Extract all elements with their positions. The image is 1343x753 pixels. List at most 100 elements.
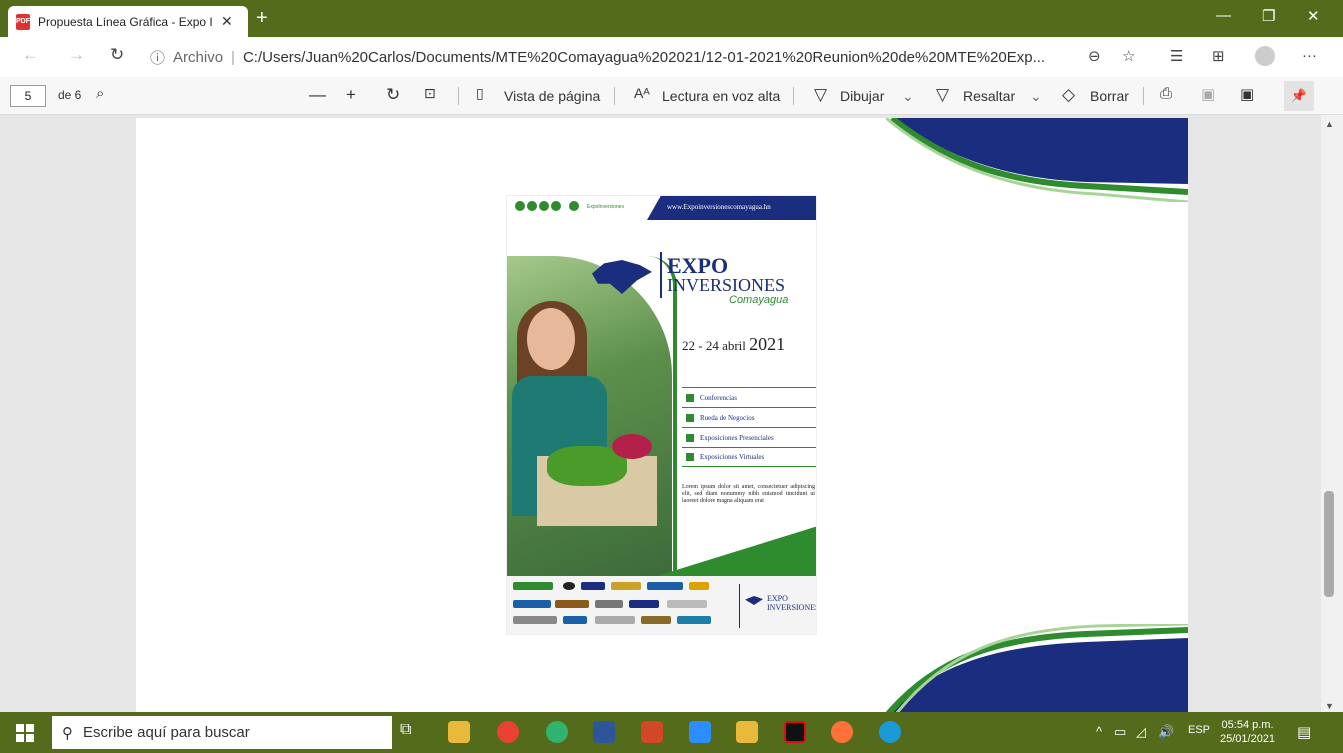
honduras-map-logo-small xyxy=(745,596,763,605)
address-bar: ← → ↻ ⓘ Archivo | C:/Users/Juan%20Carlos… xyxy=(0,37,1343,77)
notification-icon[interactable]: ▤ xyxy=(1297,723,1311,741)
highlight-icon[interactable]: ▽ xyxy=(936,85,949,105)
firefox-icon[interactable] xyxy=(831,721,853,743)
event-date: 22 - 24 abril 2021 xyxy=(682,334,785,355)
netflix-icon[interactable] xyxy=(784,721,806,743)
close-window-button[interactable]: ✕ xyxy=(1307,7,1320,25)
app-icon[interactable] xyxy=(736,721,758,743)
list-item: Exposiciones Virtuales xyxy=(682,447,816,467)
activities-list: Conferencias Rueda de Negocios Exposicio… xyxy=(682,387,816,467)
show-hidden-icons[interactable]: ^ xyxy=(1096,724,1102,739)
network-icon[interactable]: ◿ xyxy=(1136,724,1146,740)
date: 25/01/2021 xyxy=(1220,733,1276,745)
windows-icon[interactable] xyxy=(16,724,34,742)
powerpoint-icon[interactable] xyxy=(641,721,663,743)
sponsor-logo xyxy=(563,582,575,590)
taskbar: ⚲ Escribe aquí para buscar ⧉ ^ ▭ ◿ 🔊 ESP… xyxy=(0,712,1343,753)
save-icon[interactable]: ▣ xyxy=(1201,85,1215,103)
favorites-bar-icon[interactable]: ☰ xyxy=(1170,47,1183,65)
photo-radishes xyxy=(612,434,652,459)
url-field[interactable]: ⓘ Archivo | C:/Users/Juan%20Carlos/Docum… xyxy=(150,42,1125,72)
top-right-decoration xyxy=(886,118,1188,202)
tab-close-button[interactable]: ✕ xyxy=(221,13,233,30)
favorite-icon[interactable]: ☆ xyxy=(1122,47,1135,65)
pdf-viewer[interactable]: ExpoInversiones www.Expoinversionescomay… xyxy=(0,115,1343,712)
sponsor-logo xyxy=(563,616,587,624)
url-text[interactable]: C:/Users/Juan%20Carlos/Documents/MTE%20C… xyxy=(243,49,1053,66)
clock[interactable]: 05:54 p.m. 25/01/2021 xyxy=(1220,718,1275,746)
scroll-up-icon[interactable]: ▲ xyxy=(1325,119,1334,129)
erase-icon[interactable]: ◇ xyxy=(1062,85,1075,105)
forward-icon[interactable]: → xyxy=(68,45,85,65)
volume-icon[interactable]: 🔊 xyxy=(1158,724,1174,740)
vertical-scrollbar[interactable] xyxy=(1321,115,1343,712)
read-aloud-button[interactable]: Lectura en voz alta xyxy=(662,88,780,104)
zoom-icon[interactable]: ⊖ xyxy=(1088,47,1101,65)
title-bar: PDF Propuesta Línea Gráfica - Expo Inver… xyxy=(0,0,1343,37)
green-arc xyxy=(647,256,677,576)
file-explorer-icon[interactable] xyxy=(448,721,470,743)
pin-icon[interactable]: 📌 xyxy=(1284,81,1314,111)
edge-icon[interactable] xyxy=(879,721,901,743)
battery-icon[interactable]: ▭ xyxy=(1114,724,1126,740)
date-year: 2021 xyxy=(749,334,786,354)
read-aloud-icon[interactable]: Aᴬ xyxy=(634,85,650,101)
scrollbar-thumb[interactable] xyxy=(1324,491,1334,597)
sponsor-logo xyxy=(629,600,659,608)
back-icon[interactable]: ← xyxy=(22,45,39,65)
fit-icon[interactable]: ⊡ xyxy=(424,85,436,102)
scroll-down-icon[interactable]: ▼ xyxy=(1325,701,1334,711)
exhibition-icon xyxy=(686,433,694,442)
page-count: de 6 xyxy=(58,88,82,102)
chrome-icon[interactable] xyxy=(497,721,519,743)
page-view-button[interactable]: Vista de página xyxy=(504,88,600,104)
bottom-right-decoration xyxy=(886,624,1188,712)
list-item: Conferencias xyxy=(682,387,816,407)
rotate-icon[interactable]: ↻ xyxy=(386,85,400,105)
sponsor-logo xyxy=(647,582,683,590)
info-icon[interactable]: ⓘ xyxy=(150,47,165,68)
restore-button[interactable]: ❐ xyxy=(1262,7,1275,25)
new-tab-button[interactable]: + xyxy=(256,6,268,30)
minimize-button[interactable]: — xyxy=(1216,7,1231,24)
search-placeholder: Escribe aquí para buscar xyxy=(83,724,250,741)
sponsor-logo xyxy=(513,600,551,608)
print-icon[interactable]: ⎙ xyxy=(1160,85,1172,102)
save-as-icon[interactable]: ▣ xyxy=(1240,85,1254,103)
sponsor-logo xyxy=(581,582,605,590)
reload-icon[interactable]: ↻ xyxy=(110,45,124,65)
sponsor-logo xyxy=(677,616,711,624)
word-icon[interactable] xyxy=(593,721,615,743)
separator xyxy=(614,87,615,105)
business-icon xyxy=(686,413,694,422)
zoom-in-icon[interactable]: + xyxy=(346,85,356,105)
photo-face xyxy=(527,308,575,370)
draw-icon[interactable]: ▽ xyxy=(814,85,827,105)
task-view-icon[interactable]: ⧉ xyxy=(400,721,422,743)
collections-icon[interactable]: ⊞ xyxy=(1212,47,1225,65)
taskbar-search[interactable]: ⚲ Escribe aquí para buscar xyxy=(52,716,392,749)
logo-expo: EXPO xyxy=(667,253,729,278)
sponsor-logo xyxy=(595,616,635,624)
highlight-button[interactable]: Resaltar xyxy=(963,88,1015,104)
profile-icon[interactable] xyxy=(1255,46,1275,66)
sponsor-logo xyxy=(513,582,553,590)
whatsapp-icon[interactable] xyxy=(546,721,568,743)
poster-url: www.Expoinversionescomayagua.hn xyxy=(667,203,771,211)
browser-tab[interactable]: PDF Propuesta Línea Gráfica - Expo Inver… xyxy=(8,6,248,37)
conference-icon xyxy=(686,393,694,402)
zoom-out-icon[interactable]: — xyxy=(309,85,326,105)
language-indicator[interactable]: ESP xyxy=(1188,724,1210,736)
page-view-icon[interactable]: ▯ xyxy=(476,85,484,102)
logo-comayagua: Comayagua xyxy=(729,294,789,306)
separator xyxy=(793,87,794,105)
erase-button[interactable]: Borrar xyxy=(1090,88,1129,104)
zoom-app-icon[interactable] xyxy=(689,721,711,743)
more-icon[interactable]: ··· xyxy=(1302,47,1317,64)
search-icon[interactable]: ⌕ xyxy=(96,85,104,102)
sponsor-logo xyxy=(667,600,707,608)
draw-button[interactable]: Dibujar xyxy=(840,88,884,104)
page-number-input[interactable]: 5 xyxy=(10,85,46,107)
highlight-dropdown-icon[interactable]: ⌄ xyxy=(1030,88,1042,105)
draw-dropdown-icon[interactable]: ⌄ xyxy=(902,88,914,105)
